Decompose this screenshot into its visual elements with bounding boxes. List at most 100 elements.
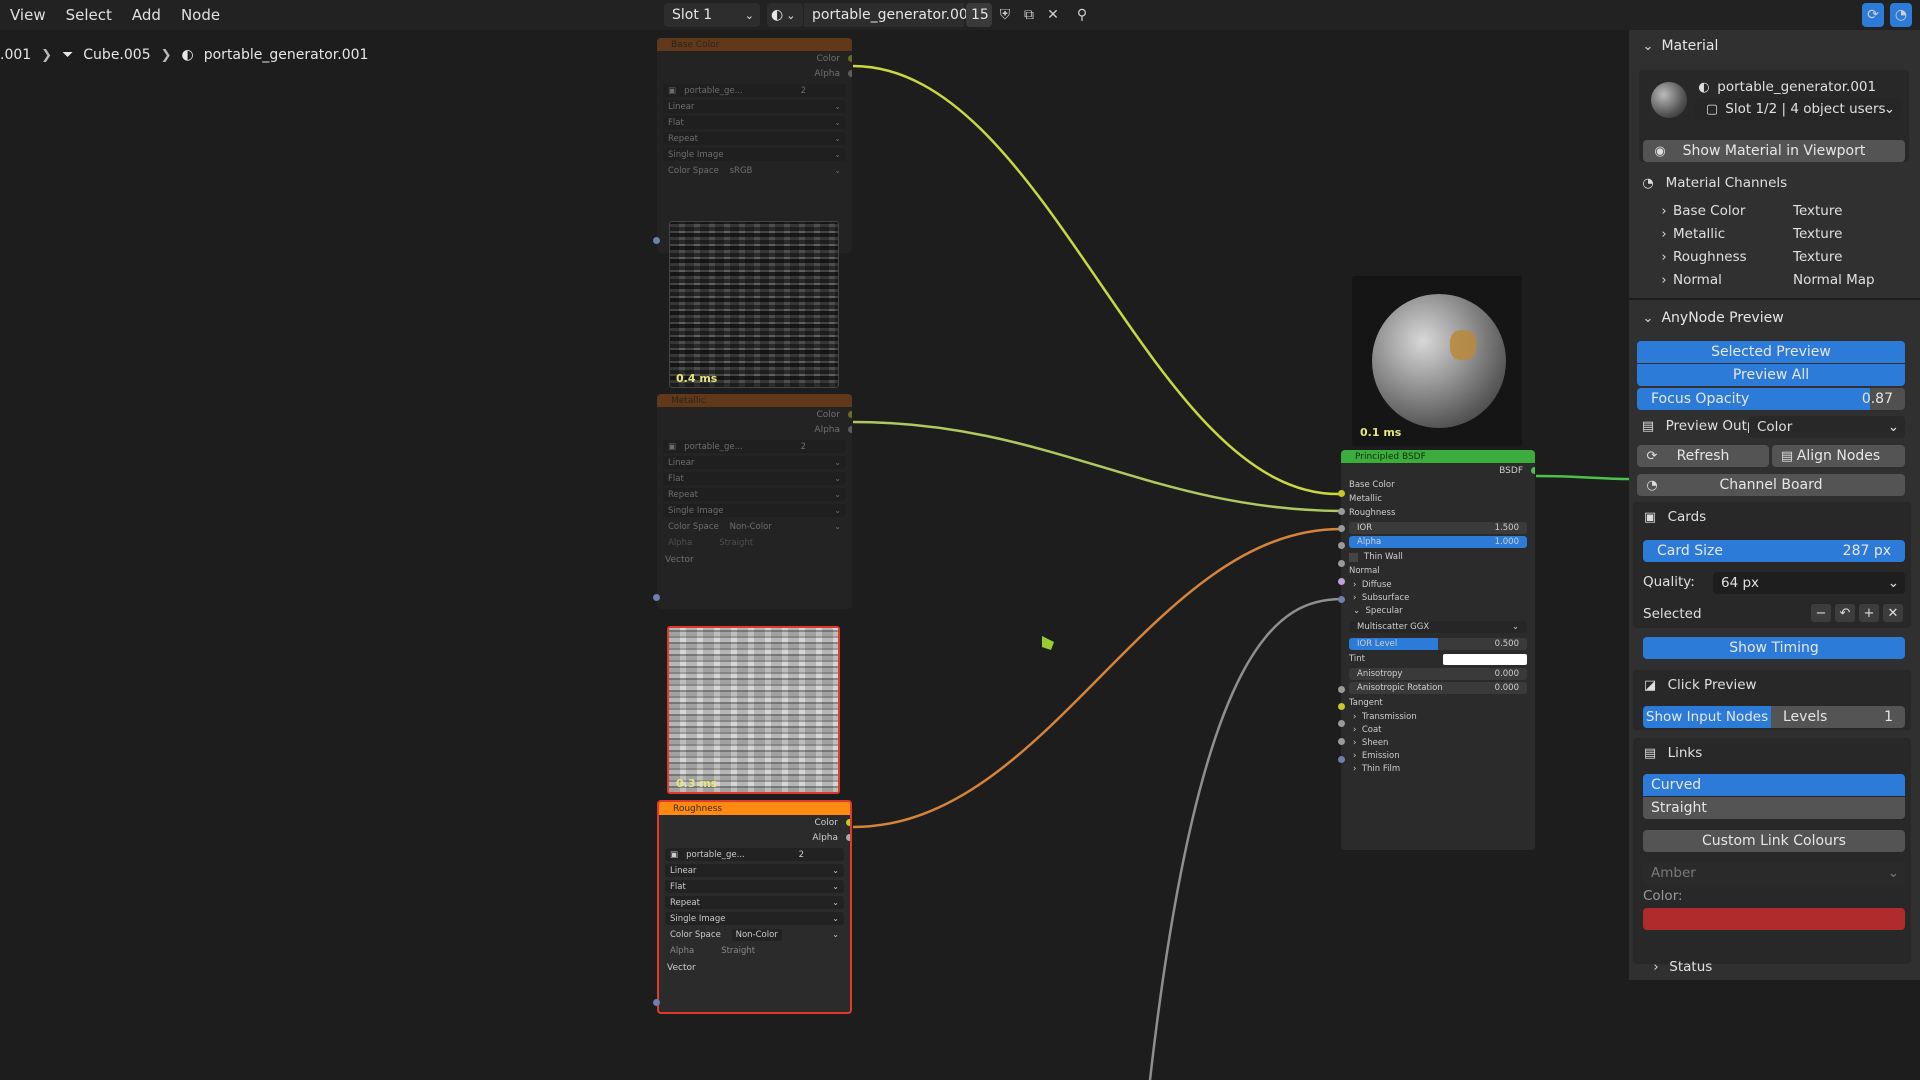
source-dropdown[interactable]: Single Image ⌄ <box>663 148 846 161</box>
alpha-mode-row[interactable]: Alpha Straight <box>665 944 844 957</box>
socket-color-out[interactable]: Color <box>657 51 852 66</box>
source-dropdown[interactable]: Single Image ⌄ <box>665 912 844 925</box>
interpolation-dropdown[interactable]: Linear ⌄ <box>663 100 846 113</box>
socket-alpha-out[interactable]: Alpha <box>659 830 850 845</box>
ior-level-slider[interactable]: IOR Level 0.500 <box>1349 638 1527 650</box>
card-size-slider[interactable]: Card Size 287 px <box>1643 540 1905 562</box>
show-input-nodes-toggle[interactable]: Show Input Nodes <box>1643 706 1771 728</box>
click-preview-header[interactable]: ◪ Click Preview <box>1641 676 1757 694</box>
material-name-row[interactable]: ◐ portable_generator.001 <box>1695 78 1876 96</box>
show-timing-button[interactable]: Show Timing <box>1643 637 1905 659</box>
bsdf-preview-card[interactable]: 0.1 ms <box>1352 276 1522 446</box>
colorspace-row[interactable]: Color Space Non-Color ⌄ <box>663 520 846 533</box>
input-tangent[interactable]: Tangent <box>1341 696 1535 710</box>
interpolation-dropdown[interactable]: Linear ⌄ <box>665 864 844 877</box>
input-base-color[interactable]: Base Color <box>1341 478 1535 492</box>
socket-ior-in[interactable] <box>1338 542 1345 549</box>
thin-wall-checkbox[interactable]: Thin Wall <box>1341 550 1535 564</box>
selected-preview-button[interactable]: Selected Preview <box>1637 341 1905 363</box>
roughness-texture-node[interactable]: Roughness Color Alpha ▣ portable_ge... 2 … <box>657 800 852 1014</box>
socket-vector-in[interactable]: Vector <box>659 960 850 975</box>
vector-socket[interactable] <box>653 237 660 244</box>
anisotropy-field[interactable]: Anisotropy 0.000 <box>1349 668 1527 680</box>
interpolation-dropdown[interactable]: Linear ⌄ <box>663 456 846 469</box>
colorspace-row[interactable]: Color Space sRGB ⌄ <box>663 164 846 177</box>
socket-alpha-out[interactable]: Alpha <box>657 66 852 81</box>
socket-aniso-rotation-in[interactable] <box>1338 738 1345 745</box>
input-roughness[interactable]: Roughness <box>1341 506 1535 520</box>
panel-diffuse[interactable]: › Diffuse <box>1341 578 1535 591</box>
projection-dropdown[interactable]: Flat ⌄ <box>665 880 844 893</box>
panel-sheen[interactable]: › Sheen <box>1341 736 1535 749</box>
extension-dropdown[interactable]: Repeat ⌄ <box>665 896 844 909</box>
slot-dropdown[interactable]: ▢ Slot 1/2 | 4 object users ⌄ <box>1695 98 1901 120</box>
roughness-preview-image[interactable] <box>667 626 840 794</box>
link-roughness[interactable] <box>852 527 1343 829</box>
levels-field[interactable]: Levels 1 <box>1771 706 1905 728</box>
vector-socket[interactable] <box>653 594 660 601</box>
socket-alpha-out[interactable]: Alpha <box>657 422 852 437</box>
anisotropic-rotation-field[interactable]: Anisotropic Rotation 0.000 <box>1349 682 1527 694</box>
distribution-dropdown[interactable]: Multiscatter GGX ⌄ <box>1349 621 1527 633</box>
channel-row[interactable]: › Metallic Texture <box>1655 225 1905 243</box>
tint-color[interactable]: Tint <box>1341 652 1535 666</box>
material-channels-header[interactable]: ◔ Material Channels <box>1639 174 1787 192</box>
image-datablock[interactable]: ▣ portable_ge... 2 <box>665 848 844 861</box>
link-metallic[interactable] <box>852 420 1343 513</box>
principled-bsdf-node[interactable]: Principled BSDF BSDF Base Color Metallic… <box>1341 450 1535 850</box>
base-color-preview-image[interactable] <box>669 221 839 388</box>
socket-anisotropy-in[interactable] <box>1338 720 1345 727</box>
socket-vector-in[interactable]: Vector <box>657 552 852 567</box>
links-header[interactable]: ▤ Links <box>1641 744 1702 762</box>
socket-color-out[interactable]: Color <box>657 407 852 422</box>
extension-dropdown[interactable]: Repeat ⌄ <box>663 488 846 501</box>
minus-icon[interactable]: − <box>1811 604 1831 622</box>
anynode-preview-header[interactable]: ⌄ AnyNode Preview <box>1629 306 1784 330</box>
custom-link-colours-button[interactable]: Custom Link Colours <box>1643 830 1905 852</box>
panel-coat[interactable]: › Coat <box>1341 723 1535 736</box>
material-thumbnail[interactable] <box>1651 82 1687 118</box>
vector-socket[interactable] <box>653 999 660 1006</box>
socket-ior-level-in[interactable] <box>1338 686 1345 693</box>
focus-opacity-slider[interactable]: Focus Opacity 0.87 <box>1637 388 1905 410</box>
panel-emission[interactable]: › Emission <box>1341 749 1535 762</box>
close-icon[interactable]: ✕ <box>1883 604 1903 622</box>
channel-row[interactable]: › Normal Normal Map <box>1655 271 1905 289</box>
image-datablock[interactable]: ▣ portable_ge... 2 <box>663 84 846 97</box>
socket-roughness-in[interactable] <box>1338 525 1345 532</box>
link-normal[interactable] <box>1148 597 1343 1080</box>
preview-output-dropdown[interactable]: Color ⌄ <box>1749 416 1905 438</box>
alpha-field[interactable]: Alpha 1.000 <box>1349 536 1527 548</box>
socket-thin-wall-in[interactable] <box>1338 578 1345 585</box>
link-color-preset-dropdown[interactable]: Amber ⌄ <box>1643 862 1905 884</box>
align-nodes-button[interactable]: ▤ Align Nodes <box>1772 445 1905 467</box>
extension-dropdown[interactable]: Repeat ⌄ <box>663 132 846 145</box>
curved-option[interactable]: Curved <box>1643 774 1905 796</box>
source-dropdown[interactable]: Single Image ⌄ <box>663 504 846 517</box>
socket-bsdf-out[interactable]: BSDF <box>1341 463 1535 478</box>
plus-icon[interactable]: + <box>1859 604 1879 622</box>
socket-normal-in[interactable] <box>1338 596 1345 603</box>
quality-dropdown[interactable]: 64 px ⌄ <box>1713 572 1905 594</box>
socket-metallic-in[interactable] <box>1338 508 1345 515</box>
socket-color-out[interactable]: Color <box>659 815 850 830</box>
refresh-button[interactable]: ⟳ Refresh <box>1637 445 1769 467</box>
undo-icon[interactable]: ↶ <box>1835 604 1855 622</box>
panel-transmission[interactable]: › Transmission <box>1341 710 1535 723</box>
channel-board-button[interactable]: ◔ Channel Board <box>1637 474 1905 496</box>
colorspace-row[interactable]: Color Space Non-Color ⌄ <box>665 928 844 941</box>
channel-row[interactable]: › Base Color Texture <box>1655 202 1905 220</box>
alpha-mode-row[interactable]: Alpha Straight <box>663 536 846 549</box>
input-normal[interactable]: Normal <box>1341 564 1535 578</box>
metallic-texture-node[interactable]: Metallic Color Alpha ▣ portable_ge... 2 L… <box>657 394 852 609</box>
straight-option[interactable]: Straight <box>1643 797 1905 819</box>
link-bsdf-output[interactable] <box>1535 474 1630 481</box>
channel-row[interactable]: › Roughness Texture <box>1655 248 1905 266</box>
show-material-in-viewport-button[interactable]: ◉ Show Material in Viewport <box>1643 140 1905 162</box>
socket-tint-in[interactable] <box>1338 703 1345 710</box>
socket-alpha-in[interactable] <box>1338 560 1345 567</box>
panel-thin-film[interactable]: › Thin Film <box>1341 762 1535 775</box>
projection-dropdown[interactable]: Flat ⌄ <box>663 472 846 485</box>
preview-all-button[interactable]: Preview All <box>1637 364 1905 386</box>
socket-tangent-in[interactable] <box>1338 756 1345 763</box>
